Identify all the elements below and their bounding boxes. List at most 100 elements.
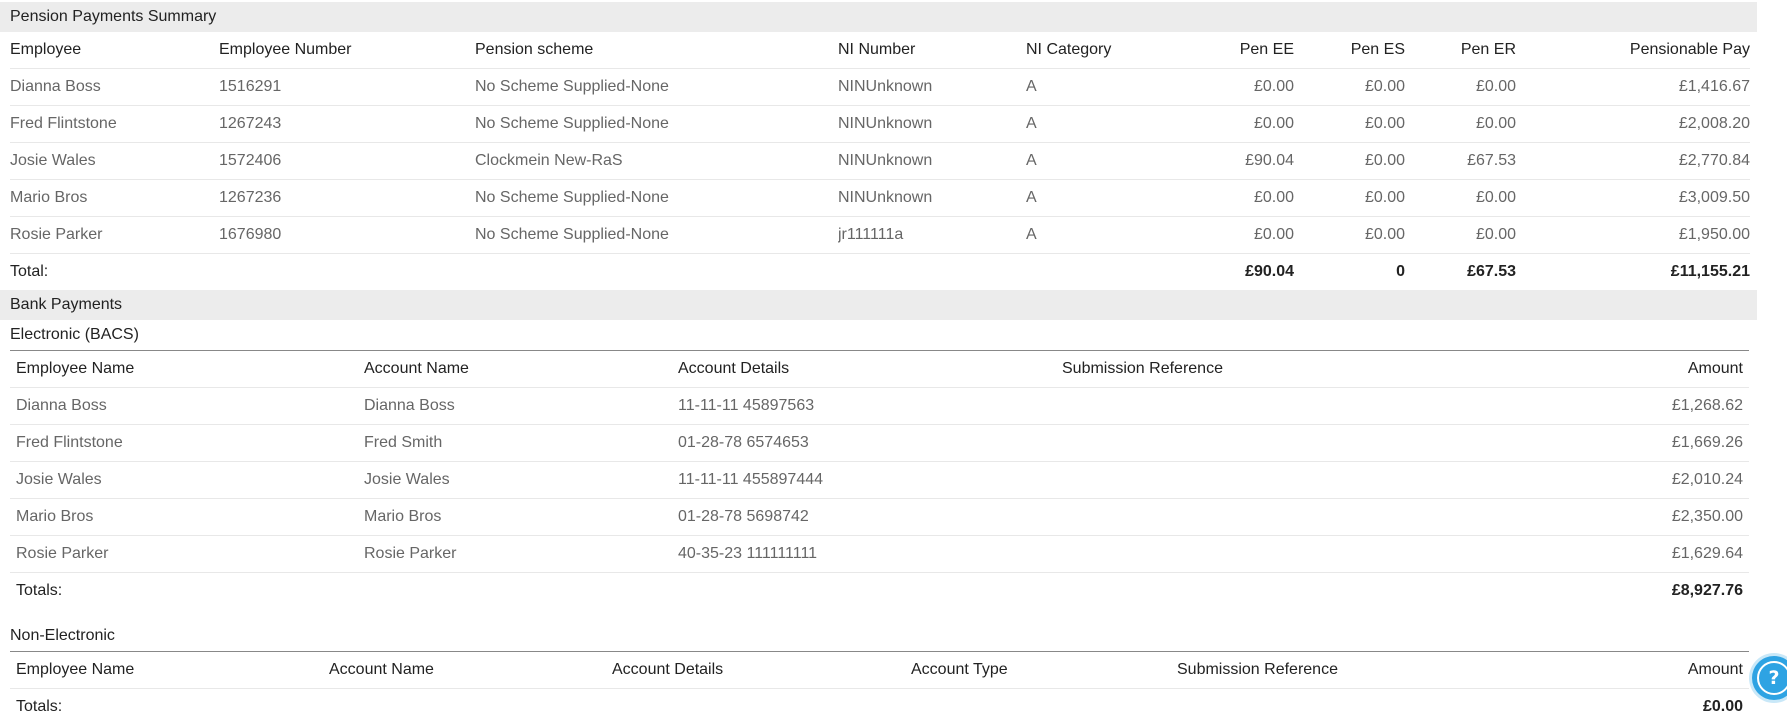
col-ni-category: NI Category: [1026, 32, 1146, 69]
empty-cell: [911, 689, 1177, 725]
pension-scheme-cell: No Scheme Supplied-None: [475, 106, 838, 143]
employee-cell: Rosie Parker: [10, 217, 219, 254]
pen-er-cell: £0.00: [1405, 217, 1516, 254]
employee-name-cell: Mario Bros: [10, 499, 364, 536]
non-electronic-totals-row: Totals: £0.00: [10, 689, 1749, 725]
submission-reference-cell: [1062, 536, 1462, 573]
employee-number-cell: 1267243: [219, 106, 475, 143]
pension-summary-header: Pension Payments Summary: [0, 2, 1757, 32]
help-button[interactable]: ?: [1752, 656, 1787, 700]
total-label: Total:: [10, 254, 219, 291]
empty-cell: [1026, 254, 1146, 291]
totals-amount: £0.00: [1531, 689, 1749, 725]
ni-number-cell: NINUnknown: [838, 143, 1026, 180]
pen-es-cell: £0.00: [1294, 106, 1405, 143]
col-account-details: Account Details: [678, 351, 1062, 388]
pen-ee-cell: £90.04: [1146, 143, 1294, 180]
ni-category-cell: A: [1026, 180, 1146, 217]
employee-number-cell: 1676980: [219, 217, 475, 254]
employee-name-cell: Fred Flintstone: [10, 425, 364, 462]
question-circle-icon: ?: [1757, 661, 1787, 695]
amount-cell: £2,010.24: [1462, 462, 1749, 499]
pension-scheme-cell: No Scheme Supplied-None: [475, 180, 838, 217]
ni-category-cell: A: [1026, 69, 1146, 106]
totals-label: Totals:: [10, 573, 364, 610]
pensionable-pay-cell: £1,416.67: [1516, 69, 1750, 106]
employee-cell: Mario Bros: [10, 180, 219, 217]
pen-er-cell: £0.00: [1405, 106, 1516, 143]
col-account-details: Account Details: [612, 652, 911, 689]
empty-cell: [475, 254, 838, 291]
pension-header-row: Employee Employee Number Pension scheme …: [10, 32, 1750, 69]
pensionable-pay-cell: £2,770.84: [1516, 143, 1750, 180]
pension-scheme-cell: Clockmein New-RaS: [475, 143, 838, 180]
col-employee-name: Employee Name: [10, 351, 364, 388]
ni-category-cell: A: [1026, 106, 1146, 143]
non-electronic-header: Non-Electronic: [0, 621, 1757, 651]
total-pen-er: £67.53: [1405, 254, 1516, 291]
pensionable-pay-cell: £3,009.50: [1516, 180, 1750, 217]
col-submission-reference: Submission Reference: [1062, 351, 1462, 388]
col-pen-er: Pen ER: [1405, 32, 1516, 69]
col-account-name: Account Name: [329, 652, 612, 689]
pen-er-cell: £0.00: [1405, 180, 1516, 217]
bacs-payments-table: Employee Name Account Name Account Detai…: [10, 350, 1749, 609]
account-details-cell: 01-28-78 6574653: [678, 425, 1062, 462]
table-row: Josie Wales Josie Wales 11-11-11 4558974…: [10, 462, 1749, 499]
pen-es-cell: £0.00: [1294, 69, 1405, 106]
account-name-cell: Mario Bros: [364, 499, 678, 536]
empty-cell: [678, 573, 1062, 610]
account-name-cell: Rosie Parker: [364, 536, 678, 573]
pen-es-cell: £0.00: [1294, 143, 1405, 180]
employee-name-cell: Josie Wales: [10, 462, 364, 499]
pen-es-cell: £0.00: [1294, 180, 1405, 217]
table-row: Fred Flintstone 1267243 No Scheme Suppli…: [10, 106, 1750, 143]
pen-ee-cell: £0.00: [1146, 69, 1294, 106]
col-ni-number: NI Number: [838, 32, 1026, 69]
pen-es-cell: £0.00: [1294, 217, 1405, 254]
col-pen-es: Pen ES: [1294, 32, 1405, 69]
account-details-cell: 11-11-11 455897444: [678, 462, 1062, 499]
submission-reference-cell: [1062, 462, 1462, 499]
ni-number-cell: NINUnknown: [838, 69, 1026, 106]
pen-ee-cell: £0.00: [1146, 180, 1294, 217]
employee-cell: Dianna Boss: [10, 69, 219, 106]
col-pensionable-pay: Pensionable Pay: [1516, 32, 1750, 69]
table-row: Mario Bros Mario Bros 01-28-78 5698742 £…: [10, 499, 1749, 536]
employee-number-cell: 1267236: [219, 180, 475, 217]
table-row: Rosie Parker 1676980 No Scheme Supplied-…: [10, 217, 1750, 254]
ni-category-cell: A: [1026, 143, 1146, 180]
amount-cell: £1,268.62: [1462, 388, 1749, 425]
non-electronic-header-row: Employee Name Account Name Account Detai…: [10, 652, 1749, 689]
employee-number-cell: 1516291: [219, 69, 475, 106]
employee-cell: Fred Flintstone: [10, 106, 219, 143]
bank-payments-header: Bank Payments: [0, 290, 1757, 320]
pensionable-pay-cell: £2,008.20: [1516, 106, 1750, 143]
employee-number-cell: 1572406: [219, 143, 475, 180]
pen-er-cell: £67.53: [1405, 143, 1516, 180]
ni-number-cell: NINUnknown: [838, 106, 1026, 143]
empty-cell: [364, 573, 678, 610]
empty-cell: [838, 254, 1026, 291]
total-pensionable-pay: £11,155.21: [1516, 254, 1750, 291]
col-pension-scheme: Pension scheme: [475, 32, 838, 69]
col-account-type: Account Type: [911, 652, 1177, 689]
table-row: Rosie Parker Rosie Parker 40-35-23 11111…: [10, 536, 1749, 573]
table-row: Dianna Boss Dianna Boss 11-11-11 4589756…: [10, 388, 1749, 425]
account-name-cell: Dianna Boss: [364, 388, 678, 425]
col-employee-name: Employee Name: [10, 652, 329, 689]
account-details-cell: 11-11-11 45897563: [678, 388, 1062, 425]
ni-number-cell: jr111111a: [838, 217, 1026, 254]
col-employee: Employee: [10, 32, 219, 69]
table-row: Dianna Boss 1516291 No Scheme Supplied-N…: [10, 69, 1750, 106]
col-employee-number: Employee Number: [219, 32, 475, 69]
pension-summary-table: Employee Employee Number Pension scheme …: [10, 32, 1750, 290]
amount-cell: £1,629.64: [1462, 536, 1749, 573]
col-account-name: Account Name: [364, 351, 678, 388]
total-pen-ee: £90.04: [1146, 254, 1294, 291]
table-row: Josie Wales 1572406 Clockmein New-RaS NI…: [10, 143, 1750, 180]
empty-cell: [612, 689, 911, 725]
submission-reference-cell: [1062, 388, 1462, 425]
totals-amount: £8,927.76: [1462, 573, 1749, 610]
submission-reference-cell: [1062, 425, 1462, 462]
